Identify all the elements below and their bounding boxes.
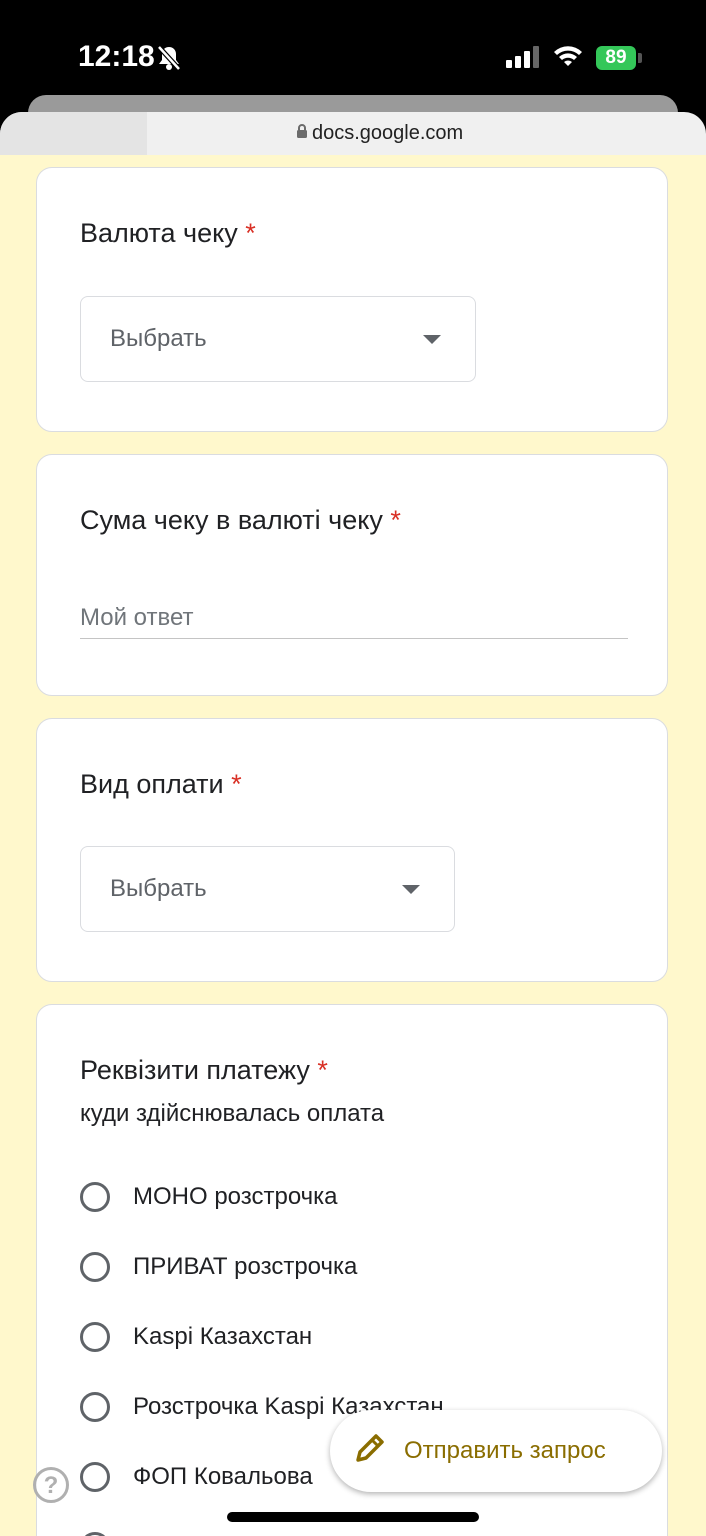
radio-button[interactable]: [80, 1322, 110, 1352]
amount-input[interactable]: [80, 598, 628, 639]
cellular-signal-icon: [506, 46, 540, 73]
payment-type-select-value: Выбрать: [110, 875, 207, 902]
status-time: 12:18: [78, 40, 155, 73]
fab-label: Отправить запрос: [404, 1437, 606, 1464]
currency-select-value: Выбрать: [110, 325, 207, 352]
home-indicator[interactable]: [227, 1512, 479, 1522]
payment-details-question-title: Реквізити платежу *: [80, 1055, 328, 1086]
currency-question-text: Валюта чеку: [80, 218, 238, 248]
dropdown-arrow-icon: [402, 885, 420, 894]
radio-option-label: ФОП Ковальова: [133, 1463, 313, 1490]
request-fab-button[interactable]: Отправить запрос: [330, 1410, 662, 1492]
payment-type-question-text: Вид оплати: [80, 769, 224, 799]
radio-option[interactable]: ФОП Ковальова: [80, 1457, 313, 1497]
required-mark: *: [231, 769, 242, 799]
radio-button[interactable]: [80, 1182, 110, 1212]
help-icon[interactable]: ?: [33, 1467, 69, 1503]
tab-area: [0, 112, 147, 155]
currency-question-card: Валюта чеку * Выбрать: [36, 167, 668, 432]
amount-question-title: Сума чеку в валюті чеку *: [80, 505, 401, 536]
payment-details-description: куди здійснювалась оплата: [80, 1100, 385, 1127]
pencil-icon: [352, 1432, 386, 1471]
radio-button[interactable]: [80, 1462, 110, 1492]
radio-option[interactable]: [80, 1527, 110, 1536]
url-display[interactable]: docs.google.com: [296, 122, 463, 145]
amount-question-card: Сума чеку в валюті чеку *: [36, 454, 668, 696]
required-mark: *: [245, 218, 256, 248]
radio-option[interactable]: ПРИВАТ розстрочка: [80, 1247, 357, 1287]
radio-option-label: МОНО розстрочка: [133, 1183, 338, 1210]
dropdown-arrow-icon: [423, 335, 441, 344]
battery-cap-icon: [638, 53, 642, 63]
radio-option[interactable]: МОНО розстрочка: [80, 1177, 338, 1217]
battery-indicator: 89: [596, 46, 636, 70]
required-mark: *: [317, 1055, 328, 1085]
payment-type-select[interactable]: Выбрать: [80, 846, 455, 932]
wifi-icon: [552, 44, 584, 73]
currency-select[interactable]: Выбрать: [80, 296, 476, 382]
payment-type-question-card: Вид оплати * Выбрать: [36, 718, 668, 982]
currency-question-title: Валюта чеку *: [80, 218, 256, 249]
url-bar[interactable]: docs.google.com: [0, 112, 706, 155]
required-mark: *: [390, 505, 401, 535]
form-page: Валюта чеку * Выбрать Сума чеку в валюті…: [0, 155, 706, 1536]
radio-button[interactable]: [80, 1252, 110, 1282]
bell-muted-icon: [156, 44, 182, 77]
radio-option-label: Kaspi Казахстан: [133, 1323, 313, 1350]
radio-button[interactable]: [80, 1532, 110, 1536]
payment-type-question-title: Вид оплати *: [80, 769, 242, 800]
radio-option-label: ПРИВАТ розстрочка: [133, 1253, 358, 1280]
payment-details-question-text: Реквізити платежу: [80, 1055, 310, 1085]
amount-question-text: Сума чеку в валюті чеку: [80, 505, 383, 535]
radio-button[interactable]: [80, 1392, 110, 1422]
url-text: docs.google.com: [312, 122, 464, 144]
battery-level: 89: [605, 47, 627, 68]
lock-icon: [296, 122, 308, 145]
radio-option[interactable]: Kaspi Казахстан: [80, 1317, 312, 1357]
